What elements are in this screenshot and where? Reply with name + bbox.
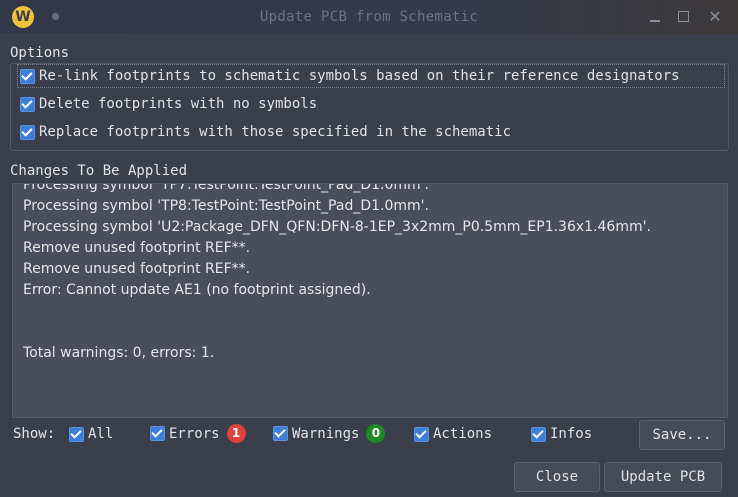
window-title: Update PCB from Schematic bbox=[259, 9, 479, 25]
log-line: Remove unused footprint REF**. bbox=[23, 261, 251, 277]
filter-errors[interactable]: Errors 1 bbox=[150, 424, 246, 443]
warnings-count-badge: 0 bbox=[366, 424, 386, 443]
filter-actions-label: Actions bbox=[433, 426, 493, 442]
errors-count-badge: 1 bbox=[226, 424, 246, 443]
title-bar: W Update PCB from Schematic ✕ bbox=[0, 0, 738, 34]
update-pcb-button[interactable]: Update PCB bbox=[604, 462, 722, 492]
filter-warnings-label: Warnings bbox=[292, 425, 360, 442]
replace-footprints-label: Replace footprints with those specified … bbox=[39, 124, 512, 140]
log-line: Error: Cannot update AE1 (no footprint a… bbox=[23, 282, 371, 298]
changes-log[interactable]: Processing symbol 'TP7:TestPoint:TestPoi… bbox=[12, 183, 728, 418]
minimize-icon bbox=[650, 20, 660, 22]
log-line: Processing symbol 'TP7:TestPoint:TestPoi… bbox=[23, 183, 429, 193]
close-button[interactable]: Close bbox=[514, 462, 600, 492]
close-window-button[interactable]: ✕ bbox=[704, 6, 726, 28]
log-line: Processing symbol 'TP8:TestPoint:TestPoi… bbox=[23, 198, 429, 214]
log-line: Total warnings: 0, errors: 1. bbox=[23, 345, 215, 361]
filter-all-label: All bbox=[88, 426, 114, 442]
relink-footprints-label: Re-link footprints to schematic symbols … bbox=[39, 68, 680, 84]
save-report-button[interactable]: Save... bbox=[639, 420, 725, 450]
replace-footprints-option[interactable]: Replace footprints with those specified … bbox=[20, 121, 511, 143]
filter-all-checkbox[interactable] bbox=[69, 426, 84, 442]
log-line: Remove unused footprint REF**. bbox=[23, 240, 251, 256]
filter-errors-label: Errors bbox=[169, 425, 220, 442]
filter-actions[interactable]: Actions bbox=[414, 426, 492, 442]
log-line: Processing symbol 'U2:Package_DFN_QFN:DF… bbox=[23, 219, 651, 235]
options-group-label: Options bbox=[10, 45, 70, 61]
show-label: Show: bbox=[13, 426, 56, 442]
delete-footprints-checkbox[interactable] bbox=[20, 96, 35, 112]
replace-footprints-checkbox[interactable] bbox=[20, 124, 35, 140]
minimize-button[interactable] bbox=[644, 6, 666, 28]
filter-row: Show: All Errors 1 Warnings 0 Actions In… bbox=[0, 420, 738, 448]
filter-errors-checkbox[interactable] bbox=[150, 426, 165, 441]
filter-infos-label: Infos bbox=[550, 426, 593, 442]
delete-footprints-label: Delete footprints with no symbols bbox=[39, 96, 318, 112]
filter-infos[interactable]: Infos bbox=[531, 426, 592, 442]
changes-group-label: Changes To Be Applied bbox=[10, 163, 188, 179]
maximize-icon bbox=[677, 11, 689, 22]
filter-all[interactable]: All bbox=[69, 426, 113, 442]
filter-warnings-checkbox[interactable] bbox=[273, 426, 288, 441]
relink-footprints-checkbox[interactable] bbox=[20, 68, 35, 84]
filter-infos-checkbox[interactable] bbox=[531, 426, 546, 442]
filter-actions-checkbox[interactable] bbox=[414, 426, 429, 442]
delete-footprints-option[interactable]: Delete footprints with no symbols bbox=[20, 93, 317, 115]
relink-footprints-option[interactable]: Re-link footprints to schematic symbols … bbox=[17, 64, 725, 88]
filter-warnings[interactable]: Warnings 0 bbox=[273, 424, 386, 443]
close-icon: ✕ bbox=[708, 7, 722, 26]
maximize-button[interactable] bbox=[672, 6, 694, 28]
